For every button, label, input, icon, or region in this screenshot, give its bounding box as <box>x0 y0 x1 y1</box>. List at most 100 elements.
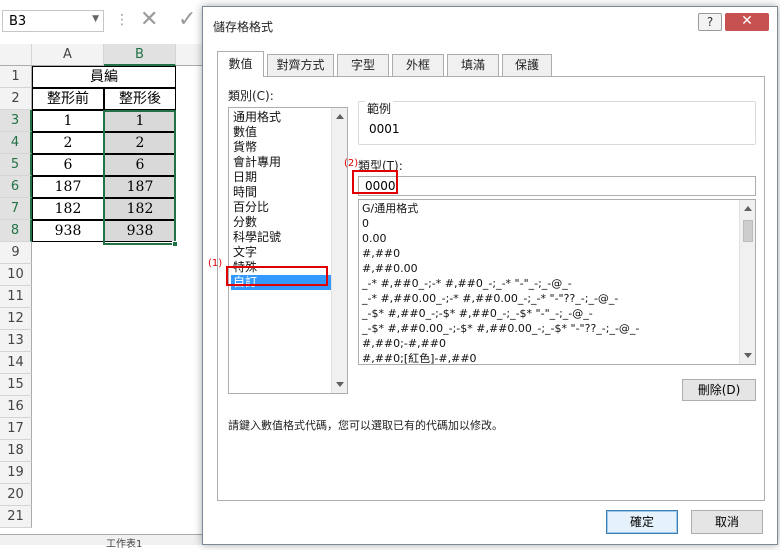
row-header[interactable]: 13 <box>0 330 32 352</box>
row-header[interactable]: 8 <box>0 220 32 242</box>
format-code-item[interactable]: #,##0 <box>362 246 400 261</box>
format-code-item[interactable]: _-$* #,##0_-;-$* #,##0_-;_-$* "-"_-;_-@_… <box>362 306 593 321</box>
format-code-item[interactable]: #,##0;-#,##0 <box>362 336 446 351</box>
scroll-down-icon[interactable] <box>744 353 752 358</box>
tab-number[interactable]: 數值 <box>217 51 264 77</box>
row-header[interactable]: 3 <box>0 110 32 132</box>
row-header[interactable]: 20 <box>0 484 32 506</box>
row-header[interactable]: 1 <box>0 66 32 88</box>
cell-before[interactable]: 2 <box>32 132 104 154</box>
type-input[interactable]: 0000 <box>358 176 756 196</box>
select-all-corner[interactable] <box>0 44 32 66</box>
cell-before[interactable]: 1 <box>32 110 104 132</box>
delete-button[interactable]: 刪除(D) <box>682 379 756 401</box>
category-item[interactable]: 科學記號 <box>231 230 334 245</box>
format-cells-dialog: 儲存格格式 ? ✕ 數值 對齊方式 字型 外框 填滿 保護 類別(C): 通用格… <box>202 6 778 545</box>
annotation-label-1: (1) <box>208 258 223 269</box>
format-code-item[interactable]: _-$* #,##0.00_-;-$* #,##0.00_-;_-$* "-"?… <box>362 321 639 336</box>
category-item[interactable]: 時間 <box>231 185 334 200</box>
merged-header-cell[interactable]: 員編 <box>32 66 176 88</box>
format-code-list[interactable]: G/通用格式 0 0.00 #,##0 #,##0.00 _-* #,##0_-;-* #… <box>358 199 756 365</box>
scroll-up-icon[interactable] <box>336 114 344 119</box>
format-code-item[interactable]: 0.00 <box>362 231 387 246</box>
row-header[interactable]: 10 <box>0 264 32 286</box>
cell-after[interactable]: 182 <box>104 198 176 220</box>
category-item[interactable]: 百分比 <box>231 200 334 215</box>
row-header[interactable]: 19 <box>0 462 32 484</box>
format-code-item[interactable]: _-* #,##0.00_-;-* #,##0.00_-;_-* "-"??_-… <box>362 291 618 306</box>
type-label: 類型(T): <box>358 159 403 173</box>
cancel-button[interactable]: 取消 <box>691 510 763 534</box>
close-button[interactable]: ✕ <box>725 13 769 31</box>
row-header[interactable]: 11 <box>0 286 32 308</box>
cancel-entry-icon[interactable]: ✕ <box>140 7 158 32</box>
cell-after[interactable]: 6 <box>104 154 176 176</box>
row-header[interactable]: 7 <box>0 198 32 220</box>
category-item[interactable]: 特殊 <box>231 260 334 275</box>
row-header[interactable]: 18 <box>0 440 32 462</box>
row-header[interactable]: 4 <box>0 132 32 154</box>
category-item[interactable]: 貨幣 <box>231 140 334 155</box>
scroll-up-icon[interactable] <box>744 206 752 211</box>
scroll-down-icon[interactable] <box>336 382 344 387</box>
cell-after[interactable]: 187 <box>104 176 176 198</box>
category-scrollbar[interactable] <box>331 108 347 393</box>
scroll-thumb[interactable] <box>743 220 753 242</box>
annotation-label-2: (2) <box>344 158 359 169</box>
row-header[interactable]: 12 <box>0 308 32 330</box>
name-box-value: B3 <box>9 14 27 29</box>
cell-after[interactable]: 2 <box>104 132 176 154</box>
chevron-down-icon[interactable]: ▼ <box>92 14 99 24</box>
cell-after[interactable]: 938 <box>104 220 176 242</box>
tab-fill[interactable]: 填滿 <box>447 54 499 76</box>
format-code-item[interactable]: G/通用格式 <box>362 201 418 216</box>
cell-after[interactable]: 1 <box>104 110 176 132</box>
category-item[interactable]: 文字 <box>231 245 334 260</box>
cell-before[interactable]: 182 <box>32 198 104 220</box>
row-header[interactable]: 17 <box>0 418 32 440</box>
number-tab-panel: 類別(C): 通用格式 數值 貨幣 會計專用 日期 時間 百分比 分數 科學記號 文字 特殊 自訂 範… <box>217 76 765 501</box>
format-code-item[interactable]: 0 <box>362 216 369 231</box>
category-item[interactable]: 分數 <box>231 215 334 230</box>
category-label: 類別(C): <box>228 89 274 103</box>
row-header[interactable]: 14 <box>0 352 32 374</box>
row-header[interactable]: 16 <box>0 396 32 418</box>
hint-text: 請鍵入數值格式代碼，您可以選取已有的代碼加以修改。 <box>228 419 503 432</box>
category-item[interactable]: 自訂 <box>231 275 334 290</box>
cell-before[interactable]: 6 <box>32 154 104 176</box>
column-header-a[interactable]: A <box>32 44 104 66</box>
help-button[interactable]: ? <box>698 13 722 31</box>
row-header[interactable]: 5 <box>0 154 32 176</box>
category-item[interactable]: 通用格式 <box>231 110 334 125</box>
tab-border[interactable]: 外框 <box>392 54 444 76</box>
row-header[interactable]: 9 <box>0 242 32 264</box>
column-header-b[interactable]: B <box>104 44 176 66</box>
row-header[interactable]: 6 <box>0 176 32 198</box>
name-box[interactable]: B3 ▼ <box>2 10 104 32</box>
sample-label: 範例 <box>365 100 394 117</box>
tab-protection[interactable]: 保護 <box>502 54 552 76</box>
subheader-after[interactable]: 整形後 <box>104 88 176 110</box>
category-listbox[interactable]: 通用格式 數值 貨幣 會計專用 日期 時間 百分比 分數 科學記號 文字 特殊 自訂 <box>228 107 348 394</box>
sheet-tab[interactable]: 工作表1 <box>100 535 148 550</box>
tab-alignment[interactable]: 對齊方式 <box>267 54 334 76</box>
format-code-item[interactable]: #,##0;[紅色]-#,##0 <box>362 351 477 364</box>
row-header[interactable]: 21 <box>0 506 32 528</box>
ok-button[interactable]: 確定 <box>606 510 678 534</box>
cell-before[interactable]: 938 <box>32 220 104 242</box>
row-header[interactable]: 2 <box>0 88 32 110</box>
tab-font[interactable]: 字型 <box>337 54 389 76</box>
row-header[interactable]: 15 <box>0 374 32 396</box>
sample-group: 範例 0001 <box>358 100 756 145</box>
enter-entry-icon[interactable]: ✓ <box>178 7 196 32</box>
fill-handle[interactable] <box>172 241 178 247</box>
category-item[interactable]: 會計專用 <box>231 155 334 170</box>
format-code-item[interactable]: _-* #,##0_-;-* #,##0_-;_-* "-"_-;_-@_- <box>362 276 572 291</box>
format-code-item[interactable]: #,##0.00 <box>362 261 418 276</box>
formula-dots-icon: ⋮ <box>115 12 129 28</box>
category-item[interactable]: 數值 <box>231 125 334 140</box>
format-list-scrollbar[interactable] <box>739 200 755 364</box>
category-item[interactable]: 日期 <box>231 170 334 185</box>
subheader-before[interactable]: 整形前 <box>32 88 104 110</box>
cell-before[interactable]: 187 <box>32 176 104 198</box>
